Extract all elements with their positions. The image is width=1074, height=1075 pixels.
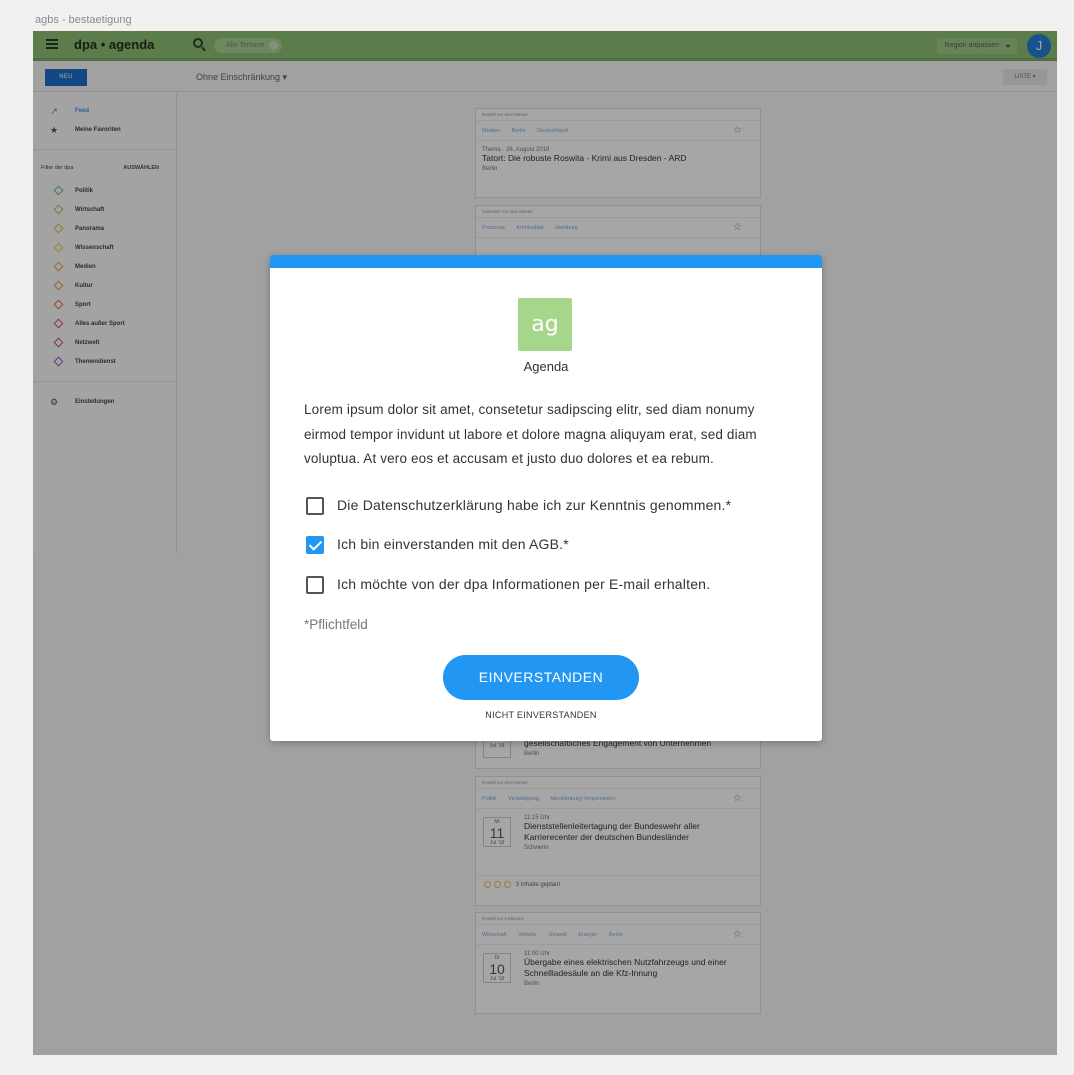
terms-consent-checkbox-row[interactable]: Ich bin einverstanden mit den AGB.* [304,535,784,555]
accept-button[interactable]: EINVERSTANDEN [443,655,639,700]
privacy-checkbox-label[interactable]: Die Datenschutzerklärung habe ich zur Ke… [337,497,731,513]
dialog-accent-bar [270,255,822,268]
app-logo-icon: ag [518,298,572,351]
body-line: voluptua. At vero eos et accusam et just… [304,451,714,466]
app-name: Agenda [523,359,569,374]
required-field-note: *Pflichtfeld [304,617,368,632]
terms-checkbox-label[interactable]: Ich bin einverstanden mit den AGB.* [337,536,569,552]
newsletter-checkbox-row[interactable]: Ich möchte von der dpa Informationen per… [304,575,784,595]
terms-consent-dialog: ag Agenda Lorem ipsum dolor sit amet, co… [270,255,822,741]
terms-checkbox[interactable] [306,536,324,554]
newsletter-checkbox-label[interactable]: Ich möchte von der dpa Informationen per… [337,576,710,592]
dialog-body-text: Lorem ipsum dolor sit amet, consetetur s… [304,398,790,472]
privacy-checkbox[interactable] [306,497,324,515]
newsletter-checkbox[interactable] [306,576,324,594]
artboard-label: agbs - bestaetigung [35,14,132,26]
privacy-consent-checkbox-row[interactable]: Die Datenschutzerklärung habe ich zur Ke… [304,496,784,516]
decline-button[interactable]: NICHT EINVERSTANDEN [270,710,812,720]
body-line: Lorem ipsum dolor sit amet, consetetur s… [304,402,755,417]
body-line: eirmod tempor invidunt ut labore et dolo… [304,426,757,442]
